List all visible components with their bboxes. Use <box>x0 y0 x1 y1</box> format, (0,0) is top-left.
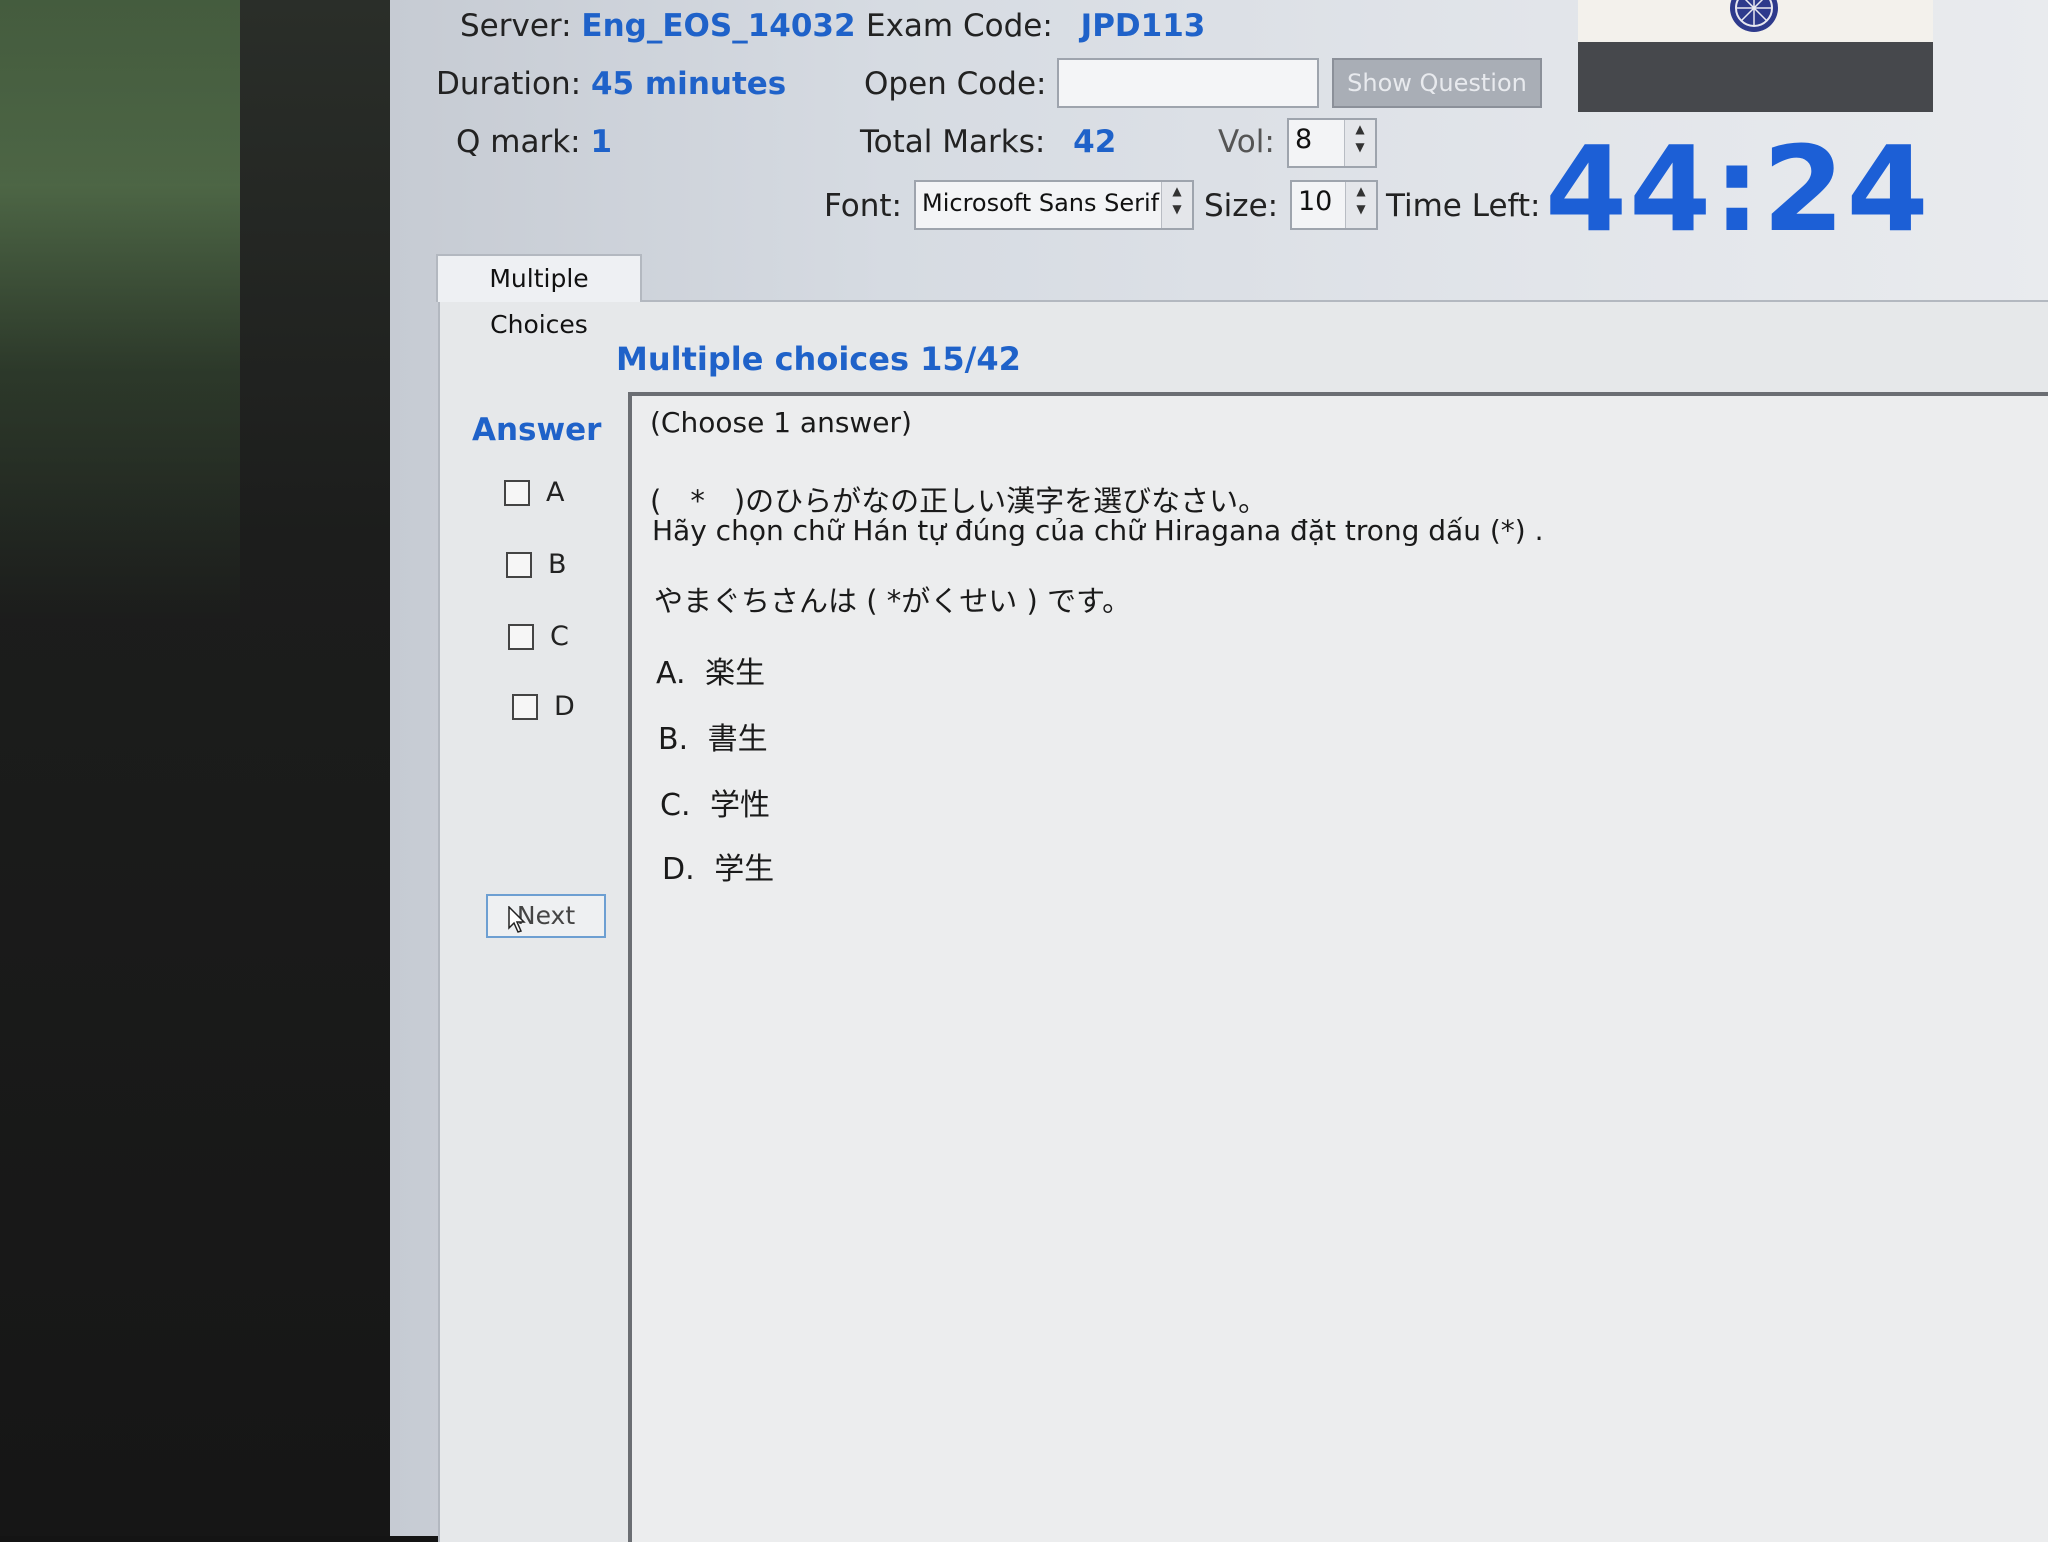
duration-label: Duration: <box>436 66 582 102</box>
spin-up-icon[interactable]: ▲ <box>1345 120 1375 138</box>
question-sentence: やまぐちさんは ( *がくせい ) です。 <box>654 584 1132 618</box>
open-code-label: Open Code: <box>864 66 1047 102</box>
font-label: Font: <box>824 188 902 224</box>
choice-a-letter: A. <box>656 656 686 691</box>
emblem-icon <box>1730 0 1778 32</box>
checkbox-c[interactable] <box>508 624 534 650</box>
checkbox-label-c: C <box>550 621 569 652</box>
emblem-banner <box>1578 0 1933 112</box>
exam-code-value: JPD113 <box>1080 8 1206 44</box>
question-content: (Choose 1 answer) ( * )のひらがなの正しい漢字を選びなさい… <box>628 392 2048 1542</box>
exam-code-label: Exam Code: <box>866 8 1053 44</box>
time-left-value: 44:24 <box>1545 120 1931 258</box>
spin-down-icon[interactable]: ▼ <box>1162 200 1192 218</box>
server-label: Server: <box>460 8 572 44</box>
checkbox-label-b: B <box>548 549 567 580</box>
question-counter: Multiple choices 15/42 <box>616 340 1021 378</box>
spin-up-icon[interactable]: ▲ <box>1346 182 1376 200</box>
choice-a-text: 楽生 <box>705 656 766 691</box>
time-left-label: Time Left: <box>1386 188 1541 224</box>
spin-down-icon[interactable]: ▼ <box>1345 138 1375 156</box>
duration-value: 45 minutes <box>590 66 787 102</box>
question-instruction: (Choose 1 answer) <box>650 406 912 439</box>
choice-c-text: 学性 <box>710 788 771 823</box>
checkbox-a[interactable] <box>504 480 530 506</box>
checkbox-b[interactable] <box>506 552 532 578</box>
choice-c: C. 学性 <box>660 780 770 824</box>
choice-c-letter: C. <box>660 788 691 823</box>
question-prompt-vi: Hãy chọn chữ Hán tự đúng của chữ Hiragan… <box>652 514 1544 547</box>
q-mark-label: Q mark: <box>456 124 581 160</box>
size-label: Size: <box>1204 188 1279 224</box>
spin-down-icon[interactable]: ▼ <box>1346 200 1376 218</box>
total-marks-value: 42 <box>1073 124 1117 160</box>
q-mark-value: 1 <box>590 124 613 160</box>
duration-field: Duration: 45 minutes <box>436 66 786 102</box>
font-value: Microsoft Sans Serif <box>922 189 1160 217</box>
mouse-cursor-icon <box>508 906 526 933</box>
size-value: 10 <box>1298 186 1333 217</box>
exam-code-field: Exam Code: JPD113 <box>866 8 1205 44</box>
answer-heading: Answer <box>472 412 602 448</box>
choice-d-text: 学生 <box>714 852 775 887</box>
choice-d-letter: D. <box>662 852 695 887</box>
size-stepper[interactable]: 10 ▲ ▼ <box>1290 180 1378 230</box>
total-marks-label: Total Marks: <box>860 124 1046 160</box>
font-select[interactable]: Microsoft Sans Serif ▲ ▼ <box>914 180 1194 230</box>
background-reflection <box>0 0 240 620</box>
server-value: Eng_EOS_14032 <box>581 8 856 44</box>
vol-stepper[interactable]: 8 ▲ ▼ <box>1287 118 1377 168</box>
checkbox-d[interactable] <box>512 694 538 720</box>
open-code-input[interactable] <box>1057 58 1319 108</box>
choice-b: B. 書生 <box>658 714 768 758</box>
spin-up-icon[interactable]: ▲ <box>1162 182 1192 200</box>
choice-b-letter: B. <box>658 722 689 757</box>
choice-b-text: 書生 <box>707 722 768 757</box>
tab-multiple-choices[interactable]: Multiple Choices <box>436 254 642 339</box>
vol-label: Vol: <box>1218 124 1275 160</box>
total-marks-field: Total Marks: 42 <box>860 124 1116 160</box>
vol-value: 8 <box>1295 124 1313 155</box>
checkbox-label-a: A <box>546 477 565 508</box>
server-field: Server: Eng_EOS_14032 <box>460 8 856 44</box>
show-question-button[interactable]: Show Question <box>1332 58 1542 108</box>
choice-d: D. 学生 <box>662 844 774 888</box>
q-mark-field: Q mark: 1 <box>456 124 612 160</box>
next-button[interactable]: Next <box>486 894 606 938</box>
checkbox-label-d: D <box>554 691 575 722</box>
choice-a: A. 楽生 <box>656 648 765 692</box>
